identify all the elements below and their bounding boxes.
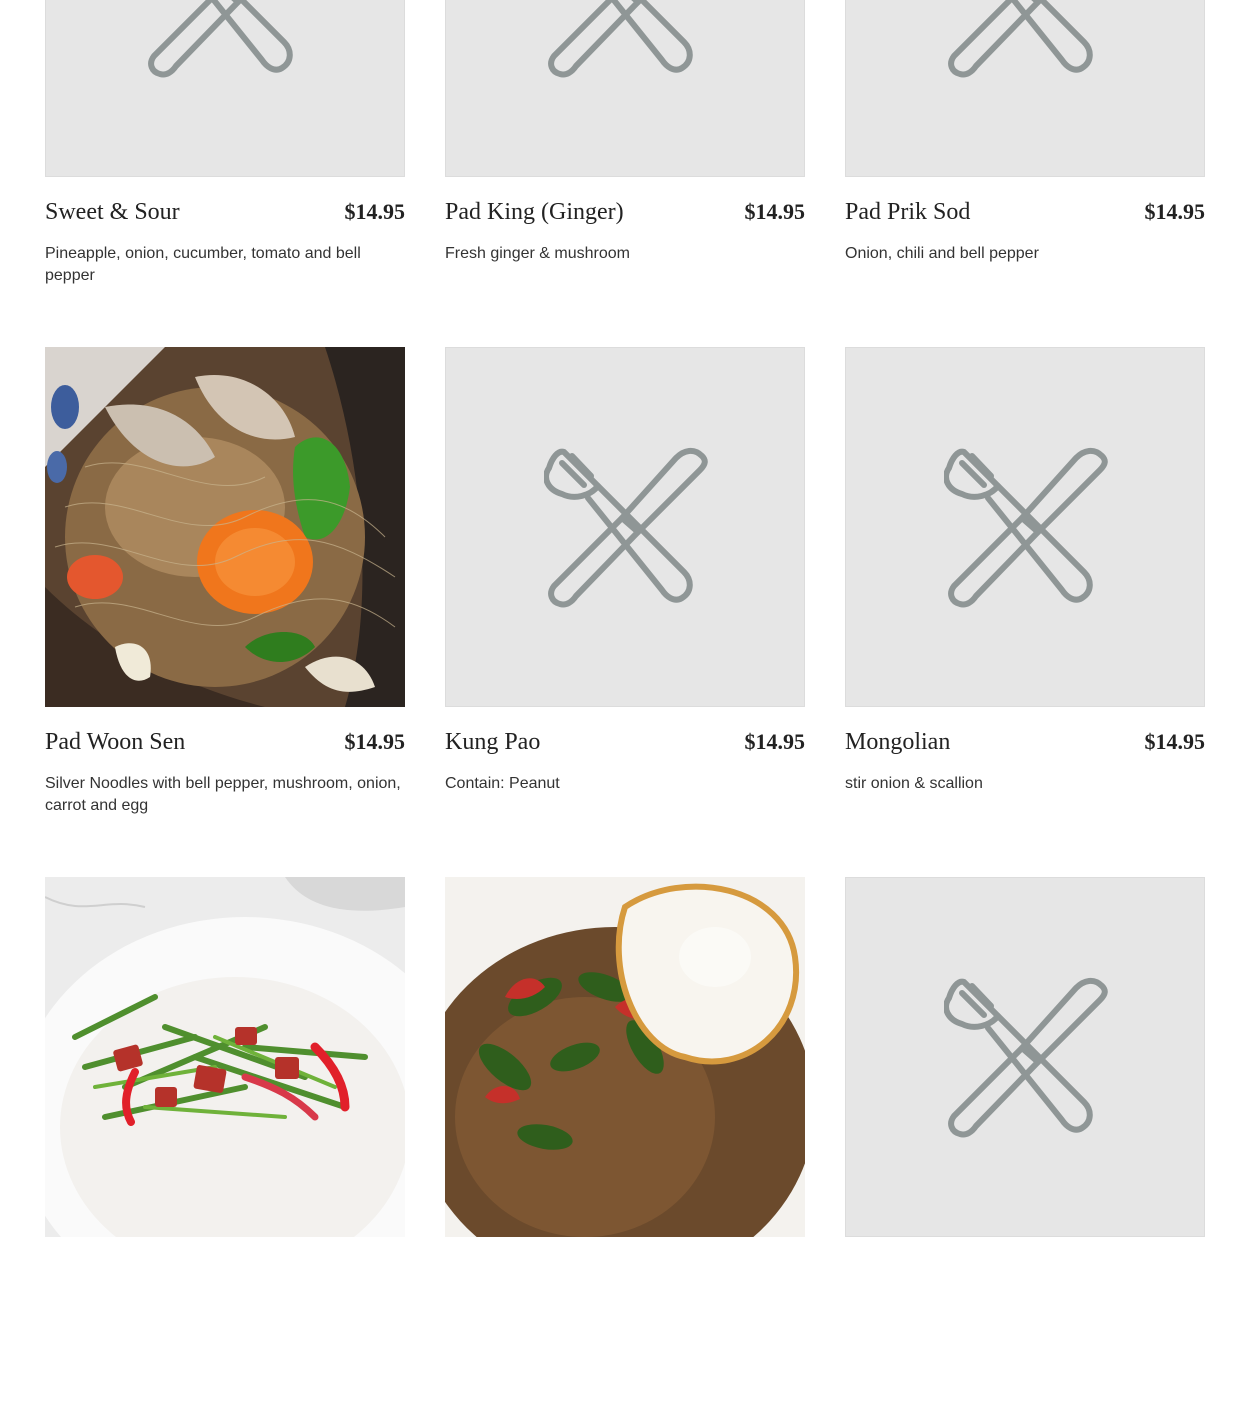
menu-item-price: $14.95	[344, 729, 406, 754]
menu-item-name[interactable]: Sweet & Sour	[45, 199, 180, 226]
menu-item-header: Pad King (Ginger) $14.95	[445, 199, 805, 231]
menu-item-image[interactable]	[845, 347, 1205, 707]
menu-item-name[interactable]: Pad Woon Sen	[45, 729, 185, 756]
menu-item-image[interactable]	[845, 0, 1205, 177]
menu-item-image[interactable]	[845, 877, 1205, 1237]
menu-item-image[interactable]	[45, 877, 405, 1237]
green-bean-dish-photo	[45, 877, 405, 1237]
menu-item-card[interactable]: Sweet & Sour $14.95 Pineapple, onion, cu…	[45, 0, 405, 347]
menu-item-image[interactable]	[445, 0, 805, 177]
menu-item-card[interactable]: Kung Pao $14.95 Contain: Peanut	[445, 347, 805, 877]
menu-item-name[interactable]: Pad Prik Sod	[845, 199, 970, 226]
menu-item-card[interactable]	[845, 877, 1205, 1407]
menu-item-image[interactable]	[445, 347, 805, 707]
menu-item-price: $14.95	[744, 729, 806, 754]
menu-item-card[interactable]	[445, 877, 805, 1407]
menu-item-image[interactable]	[45, 0, 405, 177]
menu-item-header: Mongolian $14.95	[845, 729, 1205, 761]
fork-knife-placeholder-icon	[144, 0, 308, 80]
menu-item-price: $14.95	[1144, 199, 1206, 224]
menu-item-name[interactable]: Mongolian	[845, 729, 950, 756]
menu-item-price: $14.95	[344, 199, 406, 224]
menu-item-name[interactable]: Pad King (Ginger)	[445, 199, 624, 226]
menu-item-card[interactable]: Mongolian $14.95 stir onion & scallion	[845, 347, 1205, 877]
fork-knife-placeholder-icon	[944, 0, 1108, 80]
menu-item-description: Fresh ginger & mushroom	[445, 245, 630, 262]
menu-item-image[interactable]	[45, 347, 405, 707]
menu-item-price: $14.95	[744, 199, 806, 224]
menu-item-price: $14.95	[1144, 729, 1206, 754]
menu-item-description: Silver Noodles with bell pepper, mushroo…	[45, 775, 401, 814]
fork-knife-placeholder-icon	[944, 976, 1108, 1140]
menu-item-card[interactable]: Pad King (Ginger) $14.95 Fresh ginger & …	[445, 0, 805, 347]
menu-item-card[interactable]: Pad Prik Sod $14.95 Onion, chili and bel…	[845, 0, 1205, 347]
menu-item-description: Onion, chili and bell pepper	[845, 245, 1039, 262]
fork-knife-placeholder-icon	[544, 0, 708, 80]
menu-item-description: Pineapple, onion, cucumber, tomato and b…	[45, 245, 361, 284]
menu-item-name[interactable]: Kung Pao	[445, 729, 540, 756]
menu-item-description: Contain: Peanut	[445, 775, 560, 792]
menu-item-card[interactable]: Pad Woon Sen $14.95 Silver Noodles with …	[45, 347, 405, 877]
menu-item-header: Pad Prik Sod $14.95	[845, 199, 1205, 231]
menu-item-header: Sweet & Sour $14.95	[45, 199, 405, 231]
menu-item-image[interactable]	[445, 877, 805, 1237]
basil-fried-egg-dish-photo	[445, 877, 805, 1237]
menu-grid: Sweet & Sour $14.95 Pineapple, onion, cu…	[45, 0, 1205, 1407]
menu-item-card[interactable]	[45, 877, 405, 1407]
fork-knife-placeholder-icon	[944, 446, 1108, 610]
menu-item-header: Pad Woon Sen $14.95	[45, 729, 405, 761]
menu-item-description: stir onion & scallion	[845, 775, 983, 792]
menu-item-header: Kung Pao $14.95	[445, 729, 805, 761]
fork-knife-placeholder-icon	[544, 446, 708, 610]
noodle-dish-photo	[45, 347, 405, 707]
